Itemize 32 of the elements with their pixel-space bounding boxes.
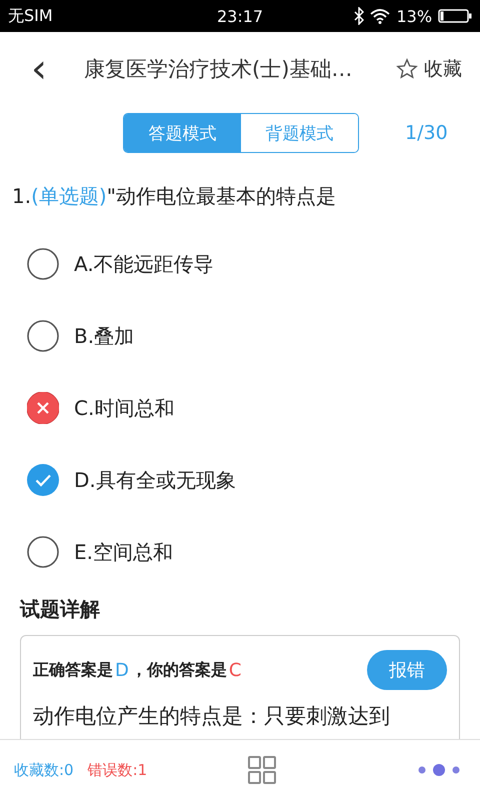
radio-button[interactable]: [27, 536, 59, 568]
question-number: 1.: [12, 184, 32, 208]
page-title: 康复医学治疗技术(士)基础…: [84, 56, 354, 83]
correct-answer-label: 正确答案是: [33, 660, 113, 680]
more-dots-icon[interactable]: [418, 763, 460, 777]
section-title: 试题详解: [18, 596, 101, 623]
option-label[interactable]: B.叠加: [74, 322, 134, 350]
back-button[interactable]: ‹: [24, 49, 54, 89]
wifi-icon: [370, 8, 390, 24]
bluetooth-icon: [354, 7, 364, 25]
option-label[interactable]: D.具有全或无现象: [74, 466, 236, 494]
option-label[interactable]: E.空间总和: [74, 538, 173, 566]
radio-button[interactable]: [27, 320, 59, 352]
clock: 23:17: [216, 6, 264, 26]
your-answer: C: [228, 660, 242, 680]
grid-icon[interactable]: [248, 756, 276, 784]
battery-percent: 13%: [396, 6, 432, 26]
question-type: (单选题): [31, 182, 107, 210]
correct-answer: D: [115, 660, 129, 680]
carrier-label: 无SIM: [8, 6, 54, 26]
option-label[interactable]: C.时间总和: [74, 394, 174, 422]
battery-icon: [438, 8, 472, 24]
explanation-text: 动作电位产生的特点是：只要刺激达到: [33, 703, 391, 730]
question-counter: 1/30: [405, 122, 448, 144]
favorite-button[interactable]: 收藏: [396, 56, 462, 82]
radio-button[interactable]: [27, 248, 59, 280]
errors-count: 错误数:1: [88, 760, 148, 780]
favorites-count: 收藏数:0: [14, 760, 74, 780]
star-icon: [396, 58, 418, 80]
option-label[interactable]: A.不能远距传导: [74, 250, 214, 278]
question-text: "动作电位最基本的特点是: [106, 182, 336, 210]
your-answer-label: ，你的答案是: [130, 660, 227, 680]
